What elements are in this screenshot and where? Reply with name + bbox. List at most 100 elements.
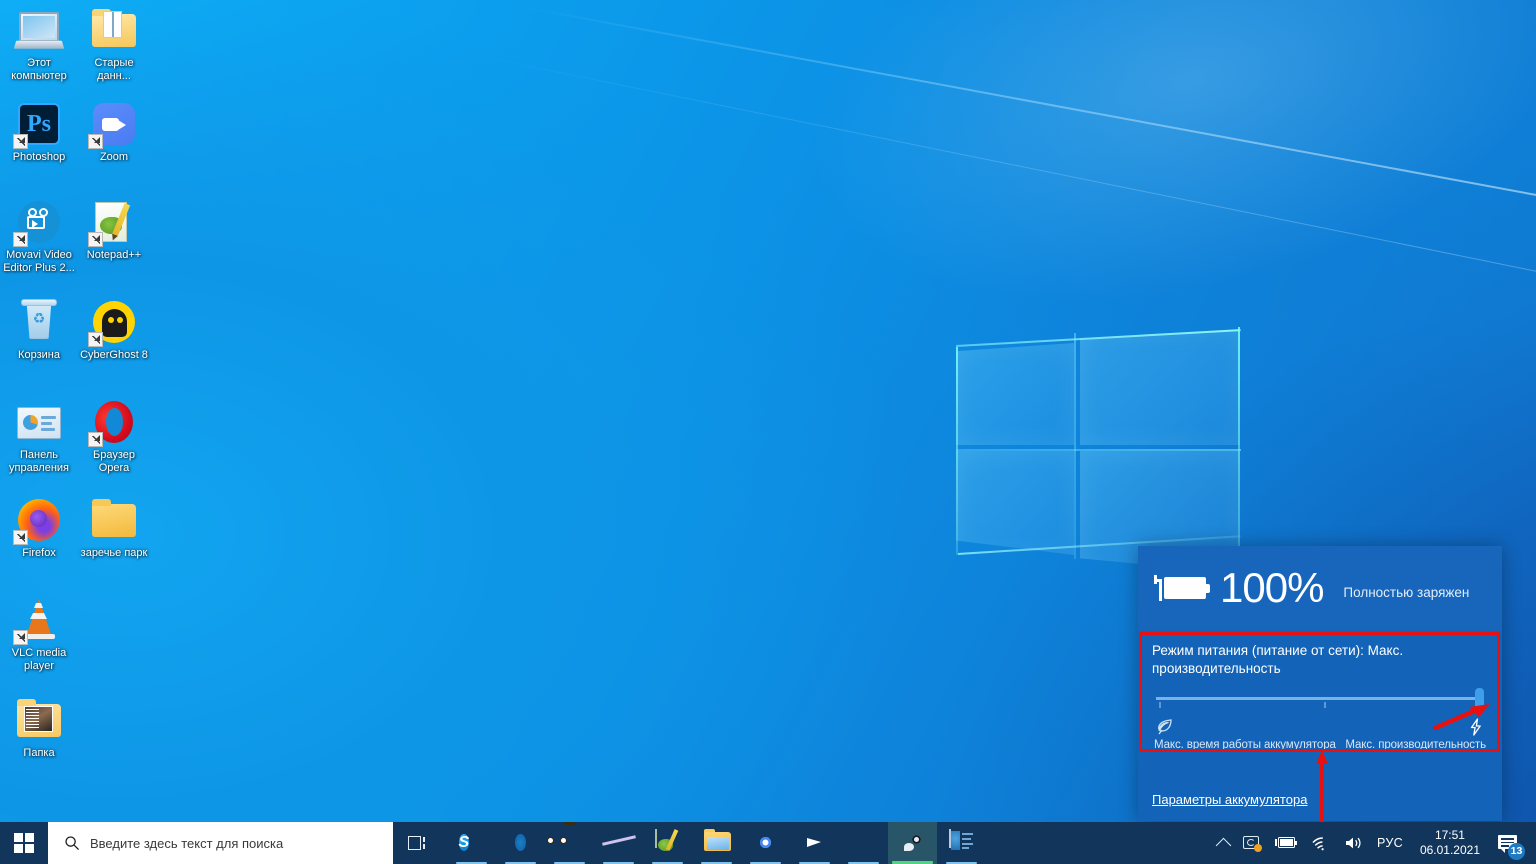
shortcut-overlay-icon	[13, 530, 28, 545]
taskbar-item-explorer[interactable]	[692, 822, 741, 864]
desktop-icon-label: Корзина	[18, 349, 60, 361]
telegram-icon	[802, 830, 828, 856]
taskbar-item-steam[interactable]	[888, 822, 937, 864]
explorer-icon	[703, 829, 731, 856]
desktop-icon-label: Этот компьютер	[11, 57, 67, 82]
desktop-icon-zarechye-park[interactable]: заречье парк	[77, 496, 151, 560]
taskbar-clock[interactable]: 17:51 06.01.2021	[1410, 828, 1490, 858]
desktop-icon-firefox[interactable]: Firefox	[2, 496, 76, 560]
desktop-icon-label: заречье парк	[80, 547, 148, 559]
taskbar-item-eclipse[interactable]	[594, 822, 643, 864]
slider-thumb[interactable]	[1475, 688, 1484, 710]
tray-battery-button[interactable]	[1268, 822, 1304, 864]
battery-status-text: Полностью заряжен	[1343, 584, 1470, 600]
tray-language-button[interactable]: РУС	[1370, 822, 1410, 864]
folder-images-icon	[15, 696, 63, 744]
desktop-icon-label: VLC media player	[11, 647, 67, 672]
recycle-bin-icon: ♻	[15, 298, 63, 346]
task-view-button[interactable]	[393, 822, 439, 864]
slider-track	[1156, 697, 1478, 700]
slider-endpoint-icons	[1152, 718, 1488, 738]
desktop-icon-cyberghost[interactable]: CyberGhost 8	[77, 298, 151, 362]
office-icon	[948, 829, 975, 856]
tray-volume-button[interactable]	[1337, 822, 1370, 864]
firefox-icon	[13, 496, 63, 545]
taskbar-item-chrome[interactable]	[741, 822, 790, 864]
taskbar-item-apps-grid[interactable]	[839, 822, 888, 864]
desktop-icon-control-panel[interactable]: Панель управления	[2, 398, 76, 475]
slider-min-label: Макс. время работы аккумулятора	[1154, 739, 1336, 751]
desktop-icon-recycle-bin[interactable]: ♻ Корзина	[2, 298, 76, 362]
shortcut-overlay-icon	[88, 332, 103, 347]
zoom-icon	[88, 100, 138, 149]
this-pc-icon	[13, 6, 65, 54]
search-placeholder-text: Введите здесь текст для поиска	[90, 835, 284, 851]
desktop-icon-label: Браузер Opera	[93, 449, 135, 474]
desktop-icon-zoom[interactable]: Zoom	[77, 100, 151, 164]
taskbar-app-list: S	[447, 822, 986, 864]
wallpaper-glow	[759, 0, 1536, 379]
tray-network-button[interactable]	[1304, 822, 1337, 864]
wallpaper-light-streak	[522, 6, 1536, 198]
shortcut-overlay-icon	[88, 232, 103, 247]
desktop-screen: Этот компьютер Старые данн... Ps Photosh…	[0, 0, 1536, 864]
tray-overflow-button[interactable]	[1211, 822, 1236, 864]
taskbar: Введите здесь текст для поиска S РУС 17:…	[0, 822, 1536, 864]
notification-badge: 13	[1508, 843, 1525, 860]
desktop-icon-label: Панель управления	[9, 449, 69, 474]
desktop-icon-label: Папка	[23, 747, 55, 759]
system-tray: РУС 17:51 06.01.2021 13	[1211, 822, 1536, 864]
taskbar-item-skype[interactable]: S	[447, 822, 496, 864]
desktop-icon-label: Firefox	[22, 547, 56, 559]
desktop-icon-this-pc[interactable]: Этот компьютер	[2, 6, 76, 83]
desktop-icon-grid: Этот компьютер Старые данн... Ps Photosh…	[0, 0, 160, 790]
tray-onedrive-button[interactable]	[1236, 822, 1268, 864]
shortcut-overlay-icon	[13, 134, 28, 149]
desktop-icon-photoshop[interactable]: Ps Photoshop	[2, 100, 76, 164]
clock-time: 17:51	[1434, 828, 1465, 842]
notification-center-button[interactable]: 13	[1490, 822, 1529, 864]
desktop-icon-label: Movavi Video Editor Plus 2...	[3, 249, 75, 274]
taskbar-item-office[interactable]	[937, 822, 986, 864]
vlc-icon	[13, 596, 63, 645]
notepadpp-icon	[654, 829, 681, 856]
opera-icon	[88, 398, 138, 447]
power-mode-slider[interactable]	[1152, 688, 1488, 716]
slider-tick	[1324, 702, 1326, 708]
cyberghost-icon	[88, 298, 138, 347]
desktop-icon-label: Zoom	[99, 151, 129, 163]
eclipse-icon	[606, 830, 632, 856]
desktop-icon-vlc[interactable]: VLC media player	[2, 596, 76, 673]
bolt-icon	[1468, 718, 1484, 736]
shortcut-overlay-icon	[88, 134, 103, 149]
desktop-icon-old-data[interactable]: Старые данн...	[77, 6, 151, 83]
shortcut-overlay-icon	[13, 630, 28, 645]
desktop-icon-movavi[interactable]: Movavi Video Editor Plus 2...	[2, 198, 76, 275]
clock-date: 06.01.2021	[1419, 843, 1480, 857]
battery-flyout-panel: 100% Полностью заряжен Режим питания (пи…	[1138, 546, 1502, 821]
desktop-icon-papka[interactable]: Папка	[2, 696, 76, 760]
chrome-icon	[753, 830, 779, 856]
taskbar-item-telegram[interactable]	[790, 822, 839, 864]
slider-max-label: Макс. производительность	[1345, 739, 1486, 751]
wifi-icon	[1311, 836, 1330, 851]
photoshop-icon: Ps	[13, 100, 63, 149]
taskbar-item-notepadpp[interactable]	[643, 822, 692, 864]
battery-charging-icon	[1152, 571, 1210, 605]
search-input[interactable]: Введите здесь текст для поиска	[48, 822, 393, 864]
desktop-icon-label: Notepad++	[86, 249, 142, 261]
volume-icon	[1344, 835, 1363, 851]
battery-settings-link[interactable]: Параметры аккумулятора	[1152, 792, 1307, 807]
desktop-icon-notepadpp[interactable]: Notepad++	[77, 198, 151, 262]
control-panel-icon	[15, 398, 63, 446]
desktop-icon-label: Photoshop	[12, 151, 66, 163]
task-view-icon	[406, 835, 426, 851]
emoji-icon	[546, 822, 583, 856]
desktop-icon-opera[interactable]: Браузер Opera	[77, 398, 151, 475]
taskbar-item-emoji[interactable]	[545, 822, 594, 864]
battery-percent-value: 100%	[1220, 564, 1324, 611]
taskbar-item-opera[interactable]	[496, 822, 545, 864]
desktop-icon-label: CyberGhost 8	[80, 349, 148, 361]
start-button[interactable]	[0, 822, 48, 864]
battery-icon	[1275, 836, 1297, 850]
